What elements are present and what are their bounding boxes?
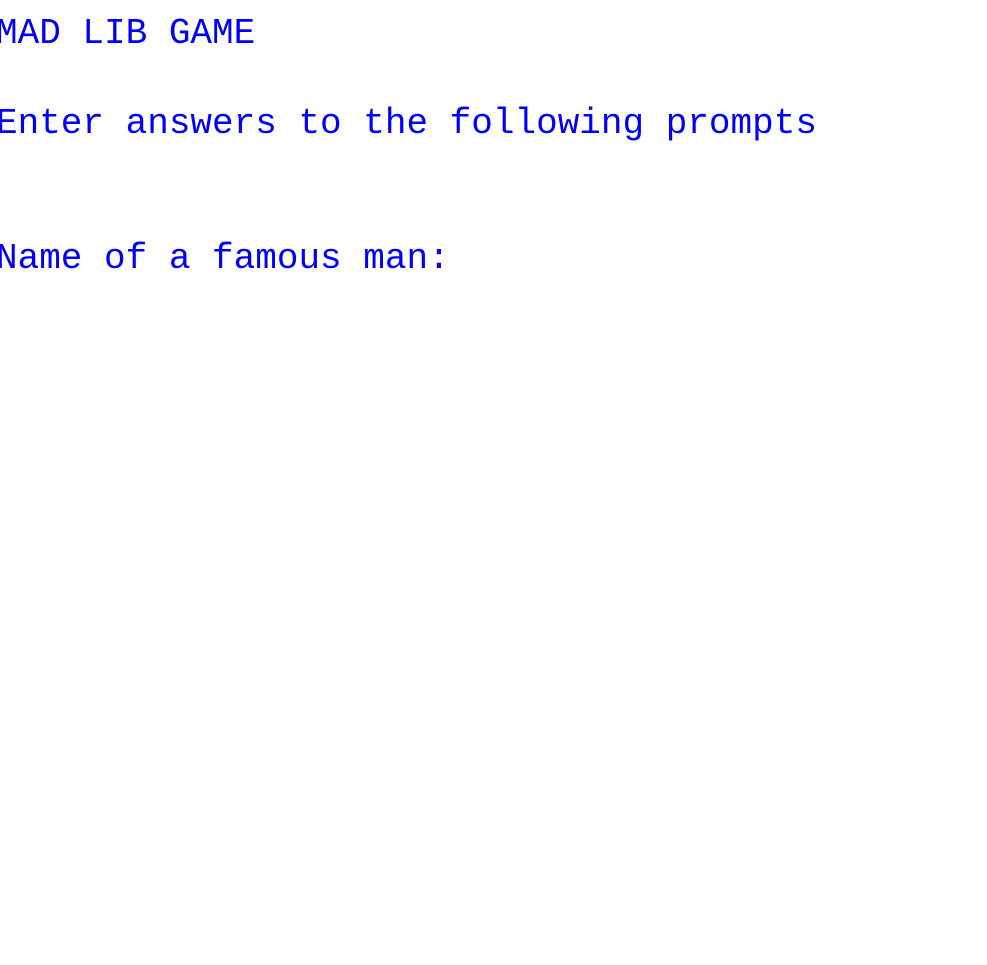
- title-line: MAD LIB GAME: [0, 11, 983, 56]
- console-output: MAD LIB GAME Enter answers to the follow…: [0, 0, 983, 326]
- prompt-input[interactable]: [471, 238, 983, 279]
- prompt-line: Name of a famous man:: [0, 236, 983, 281]
- prompt-label: Name of a famous man:: [0, 236, 471, 281]
- instruction-line: Enter answers to the following prompts: [0, 101, 983, 146]
